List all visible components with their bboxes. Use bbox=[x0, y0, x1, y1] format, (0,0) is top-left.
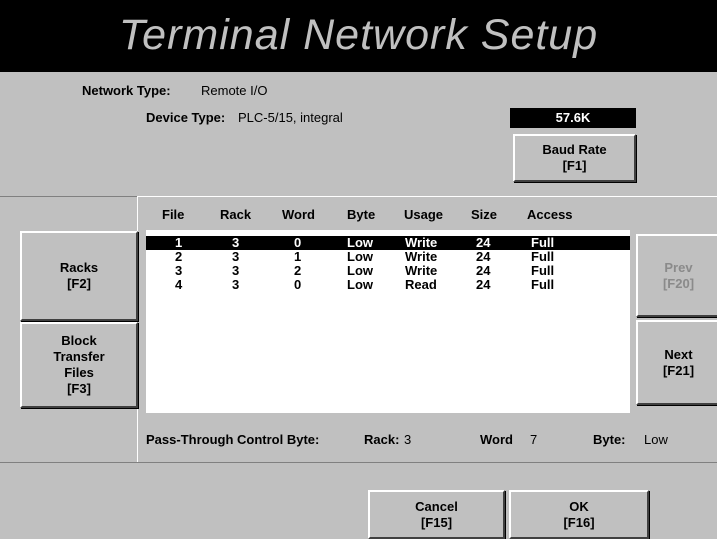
cell-word: 1 bbox=[294, 249, 302, 264]
ok-button-label: OK bbox=[569, 498, 589, 514]
cancel-button[interactable]: Cancel [F15] bbox=[368, 490, 505, 539]
next-button-key: [F21] bbox=[662, 362, 695, 378]
cell-size: 24 bbox=[476, 277, 491, 292]
racks-button-key: [F2] bbox=[67, 276, 91, 291]
cell-byte: Low bbox=[347, 263, 373, 278]
column-header-size: Size bbox=[471, 207, 498, 222]
pass-through-rack-value: 3 bbox=[404, 432, 412, 447]
pass-through-word-value: 7 bbox=[530, 432, 538, 447]
cell-word: 0 bbox=[294, 235, 302, 250]
cell-usage: Write bbox=[405, 249, 438, 264]
cell-usage: Read bbox=[405, 277, 437, 292]
block-transfer-line3: Files bbox=[64, 365, 94, 380]
block-transfer-line2: Transfer bbox=[53, 349, 105, 364]
cancel-button-key: [F15] bbox=[420, 514, 453, 530]
baud-rate-display: 57.6K bbox=[510, 108, 636, 128]
cell-file: 3 bbox=[175, 263, 183, 278]
table-row[interactable]: 4 3 0 Low Read 24 Full bbox=[146, 277, 630, 292]
block-transfer-key: [F3] bbox=[67, 381, 91, 396]
prev-button[interactable]: Prev [F20] bbox=[636, 234, 717, 317]
cell-file: 1 bbox=[175, 235, 183, 250]
network-type-value: Remote I/O bbox=[201, 83, 268, 98]
baud-rate-button-label: Baud Rate bbox=[542, 142, 607, 157]
cell-byte: Low bbox=[347, 235, 373, 250]
pass-through-byte-value: Low bbox=[644, 432, 668, 447]
column-header-access: Access bbox=[527, 207, 573, 222]
column-header-word: Word bbox=[282, 207, 315, 222]
cancel-button-label: Cancel bbox=[415, 498, 458, 514]
cell-usage: Write bbox=[405, 263, 438, 278]
column-header-file: File bbox=[162, 207, 185, 222]
cell-size: 24 bbox=[476, 249, 491, 264]
prev-button-label: Prev bbox=[664, 259, 693, 275]
pass-through-byte-label: Byte: bbox=[593, 432, 626, 447]
pass-through-rack-label: Rack: bbox=[364, 432, 400, 447]
device-type-value: PLC-5/15, integral bbox=[238, 110, 343, 125]
ok-button[interactable]: OK [F16] bbox=[509, 490, 649, 539]
table-row[interactable]: 3 3 2 Low Write 24 Full bbox=[146, 263, 630, 278]
column-header-byte: Byte bbox=[347, 207, 376, 222]
panel-divider-bottom bbox=[0, 462, 717, 463]
ok-button-key: [F16] bbox=[563, 514, 595, 530]
next-button-label: Next bbox=[664, 346, 693, 362]
cell-size: 24 bbox=[476, 263, 491, 278]
terminal-network-setup-screen: Terminal Network Setup Network Type: Rem… bbox=[0, 0, 717, 539]
prev-button-key: [F20] bbox=[662, 275, 695, 291]
cell-file: 2 bbox=[175, 249, 183, 264]
table-row[interactable]: 1 3 0 Low Write 24 Full bbox=[146, 235, 630, 250]
cell-access: Full bbox=[531, 249, 555, 264]
pass-through-label: Pass-Through Control Byte: bbox=[146, 432, 320, 447]
window-title: Terminal Network Setup bbox=[0, 0, 717, 72]
table-row[interactable]: 2 3 1 Low Write 24 Full bbox=[146, 249, 630, 264]
cell-access: Full bbox=[531, 263, 555, 278]
device-type-label: Device Type: bbox=[146, 110, 226, 125]
baud-rate-button-key: [F1] bbox=[562, 158, 587, 173]
cell-byte: Low bbox=[347, 249, 373, 264]
cell-word: 0 bbox=[294, 277, 302, 292]
cell-usage: Write bbox=[405, 235, 438, 250]
block-transfer-files-button[interactable]: Block Transfer Files [F3] bbox=[20, 322, 138, 408]
cell-word: 2 bbox=[294, 263, 302, 278]
racks-button-label: Racks bbox=[59, 260, 99, 275]
network-type-label: Network Type: bbox=[82, 83, 171, 98]
cell-file: 4 bbox=[175, 277, 183, 292]
cell-access: Full bbox=[531, 277, 555, 292]
pass-through-word-label: Word bbox=[480, 432, 513, 447]
cell-byte: Low bbox=[347, 277, 373, 292]
cell-size: 24 bbox=[476, 235, 491, 250]
cell-rack: 3 bbox=[232, 277, 240, 292]
racks-button[interactable]: Racks [F2] bbox=[20, 231, 138, 321]
cell-rack: 3 bbox=[232, 249, 240, 264]
cell-rack: 3 bbox=[232, 235, 240, 250]
cell-access: Full bbox=[531, 235, 555, 250]
panel-divider-top bbox=[137, 196, 717, 197]
next-button[interactable]: Next [F21] bbox=[636, 320, 717, 405]
panel-divider-left-top bbox=[0, 196, 137, 197]
column-header-rack: Rack bbox=[220, 207, 252, 222]
baud-rate-button[interactable]: Baud Rate [F1] bbox=[513, 134, 636, 182]
cell-rack: 3 bbox=[232, 263, 240, 278]
block-transfer-line1: Block bbox=[61, 333, 97, 348]
column-header-usage: Usage bbox=[404, 207, 444, 222]
block-transfer-file-list[interactable]: 1 3 0 Low Write 24 Full 2 3 1 Low Write … bbox=[146, 230, 630, 413]
